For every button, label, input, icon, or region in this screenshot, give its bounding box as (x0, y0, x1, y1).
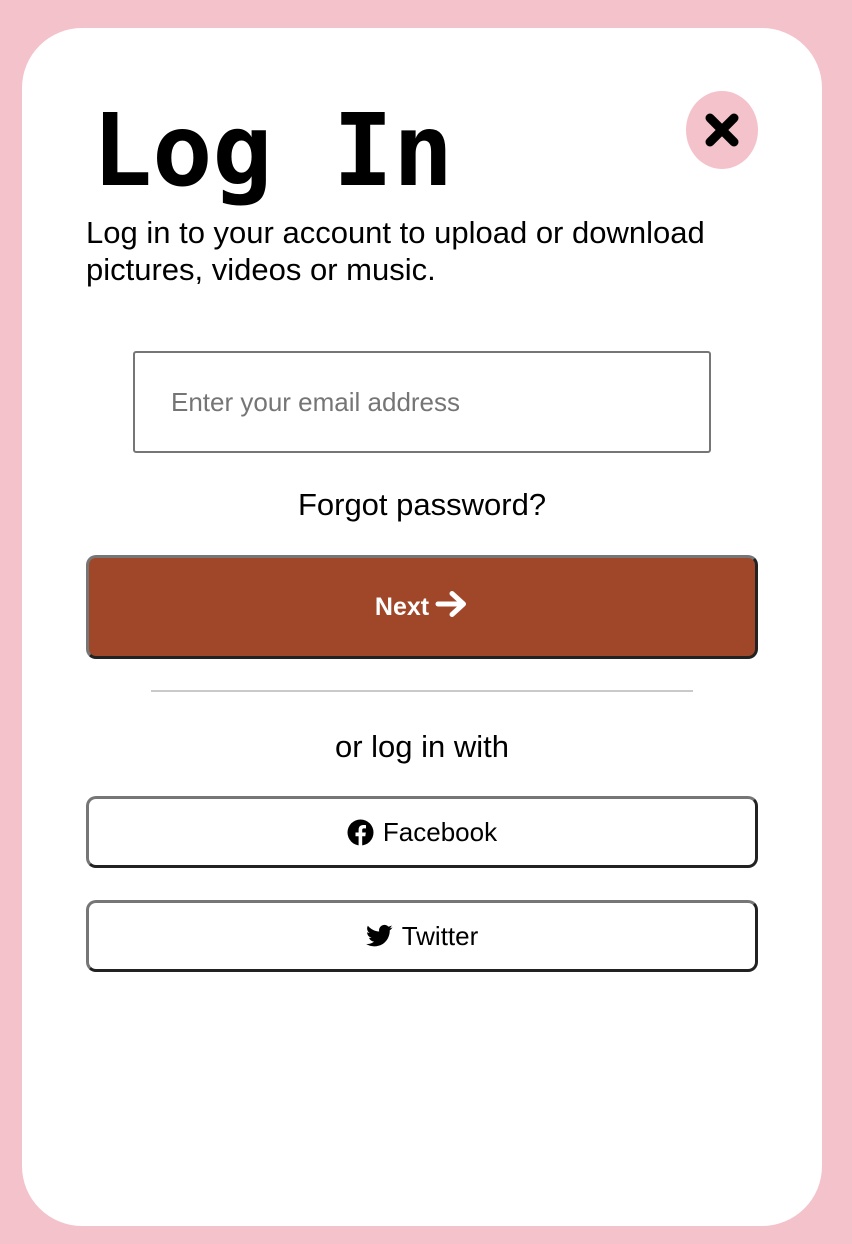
next-button-label: Next (374, 592, 430, 621)
facebook-icon (347, 819, 374, 846)
login-modal: Log In Log in to your account to upload … (22, 28, 822, 1226)
divider (151, 690, 693, 692)
next-button[interactable]: Next (86, 555, 758, 659)
twitter-icon (365, 924, 393, 948)
page-title: Log In (92, 92, 454, 209)
twitter-button-label: Twitter (401, 920, 479, 951)
facebook-login-button[interactable]: Facebook (86, 796, 758, 868)
close-icon (705, 113, 739, 147)
close-button[interactable] (686, 91, 758, 169)
login-description: Log in to your account to upload or down… (86, 215, 705, 287)
twitter-login-button[interactable]: Twitter (86, 900, 758, 972)
email-field[interactable] (133, 351, 711, 453)
arrow-right-icon (435, 590, 469, 625)
facebook-button-label: Facebook (382, 816, 498, 847)
alternate-login-label: or log in with (334, 729, 510, 764)
forgot-password-link[interactable]: Forgot password? (22, 486, 822, 524)
